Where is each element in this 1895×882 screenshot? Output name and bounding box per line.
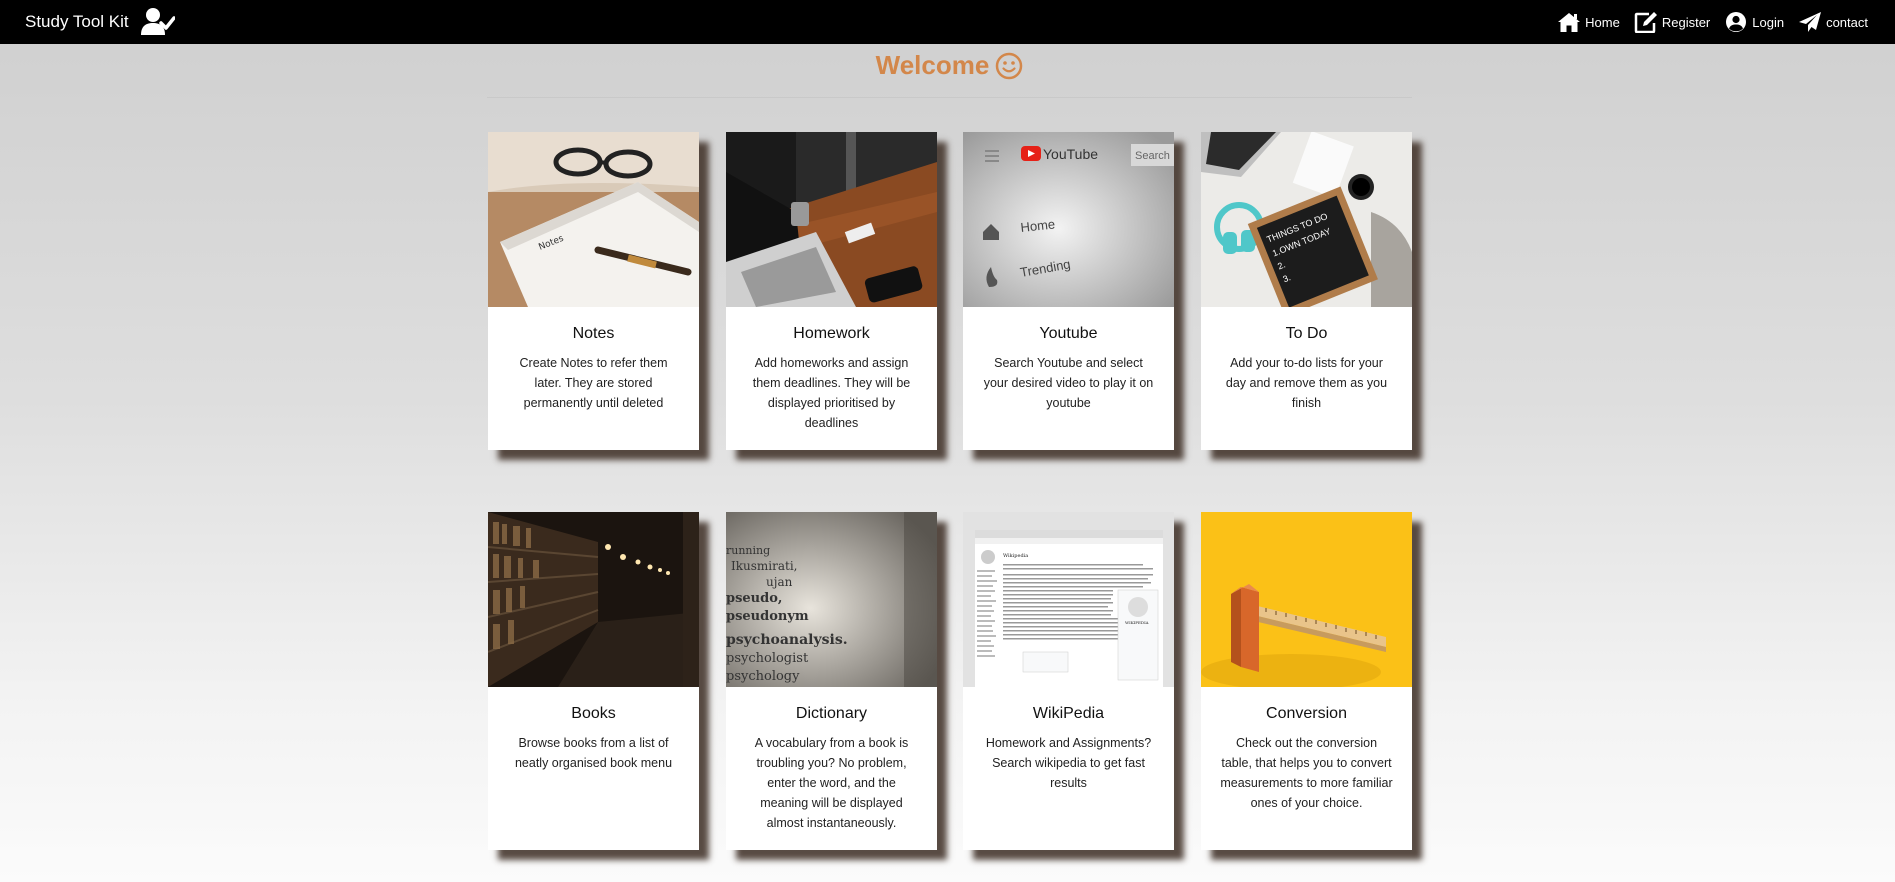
dictionary-word-5: pseudonym — [726, 609, 809, 624]
welcome-title: Welcome — [876, 50, 1024, 81]
nav-home-link[interactable]: Home — [1555, 11, 1622, 33]
dictionary-page-photo: running Ikusmirati, ujan pseudo, pseudon… — [726, 512, 937, 687]
card-todo[interactable]: THINGS TO DO 1.OWN TODAY 2. 3. To Do Add… — [1201, 132, 1412, 450]
card-youtube[interactable]: YouTube Search Home Trending Youtube Sea… — [963, 132, 1174, 450]
dictionary-word-2: Ikusmirati, — [731, 559, 797, 573]
wiki-title-text: Wikipedia — [1003, 553, 1028, 559]
card-title: Youtube — [1039, 325, 1098, 342]
dictionary-word-6: psychoanalysis. — [726, 632, 848, 648]
card-description: Search Youtube and select your desired v… — [983, 356, 1154, 410]
card-description: Homework and Assignments? Search wikiped… — [985, 736, 1152, 790]
todo-board-photo: THINGS TO DO 1.OWN TODAY 2. 3. — [1201, 132, 1412, 307]
card-conversion[interactable]: Conversion Check out the conversion tabl… — [1201, 512, 1412, 850]
youtube-logo-text: YouTube — [1043, 146, 1098, 162]
card-description: Create Notes to refer them later. They a… — [519, 356, 668, 410]
wikipedia-screenshot: Wikipedia WIKIPEDIA — [963, 512, 1174, 687]
card-title: WikiPedia — [1032, 705, 1105, 722]
card-dictionary[interactable]: running Ikusmirati, ujan pseudo, pseudon… — [726, 512, 937, 850]
card-title: Notes — [572, 325, 615, 342]
user-circle-icon — [1726, 12, 1747, 32]
home-icon — [1558, 13, 1581, 32]
notebook-pen-photo: Notes — [488, 132, 699, 307]
card-title: Homework — [793, 325, 870, 342]
wiki-logo-text: WIKIPEDIA — [1125, 620, 1149, 625]
card-homework[interactable]: Homework Add homeworks and assign them d… — [726, 132, 937, 450]
nav-contact-link[interactable]: contact — [1796, 11, 1870, 33]
card-notes[interactable]: Notes Notes Create Notes to refer them l… — [488, 132, 699, 450]
dictionary-word-4: pseudo, — [726, 591, 782, 606]
youtube-search-text: Search — [1135, 150, 1170, 162]
nav-login-label: Login — [1752, 14, 1785, 30]
smile-icon — [996, 52, 1023, 79]
card-title: Conversion — [1266, 705, 1347, 722]
nav-home-label: Home — [1585, 14, 1620, 30]
card-description: Add your to-do lists for your day and re… — [1225, 356, 1388, 410]
card-description: Add homeworks and assign them deadlines.… — [752, 356, 911, 430]
card-description: Check out the conversion table, that hel… — [1220, 736, 1393, 810]
nav-register-label: Register — [1661, 14, 1711, 30]
card-title: Books — [571, 705, 616, 722]
top-navbar: Study Tool Kit Home Register Login conta… — [0, 0, 1895, 44]
nav-register-link[interactable]: Register — [1632, 11, 1712, 33]
laptop-desk-photo — [726, 132, 937, 307]
nav-links: Home Register Login contact — [1555, 0, 1870, 44]
card-description: A vocabulary from a book is troubling yo… — [754, 736, 909, 830]
dictionary-word-1: running — [726, 544, 770, 557]
welcome-text: Welcome — [875, 50, 990, 80]
user-check-icon — [140, 8, 175, 35]
youtube-screen-photo: YouTube Search Home Trending — [963, 132, 1174, 307]
card-description: Browse books from a list of neatly organ… — [514, 736, 673, 770]
dictionary-word-8: psychology — [726, 669, 800, 684]
paper-plane-icon — [1799, 12, 1822, 32]
brand-link[interactable]: Study Tool Kit — [25, 0, 175, 44]
edit-icon — [1634, 12, 1657, 33]
card-books[interactable]: Books Browse books from a list of neatly… — [488, 512, 699, 850]
card-title: Dictionary — [795, 705, 868, 722]
dictionary-word-3: ujan — [766, 575, 793, 589]
welcome-header: Welcome — [487, 50, 1412, 98]
ruler-yellow-photo — [1201, 512, 1412, 687]
library-shelves-photo — [488, 512, 699, 687]
card-title: To Do — [1285, 325, 1328, 342]
dictionary-word-7: psychologist — [726, 651, 809, 666]
nav-login-link[interactable]: Login — [1722, 11, 1786, 33]
brand-name: Study Tool Kit — [25, 12, 129, 31]
nav-contact-label: contact — [1826, 14, 1868, 30]
card-wikipedia[interactable]: Wikipedia WIKIPEDIA WikiPedia Homework a… — [963, 512, 1174, 850]
